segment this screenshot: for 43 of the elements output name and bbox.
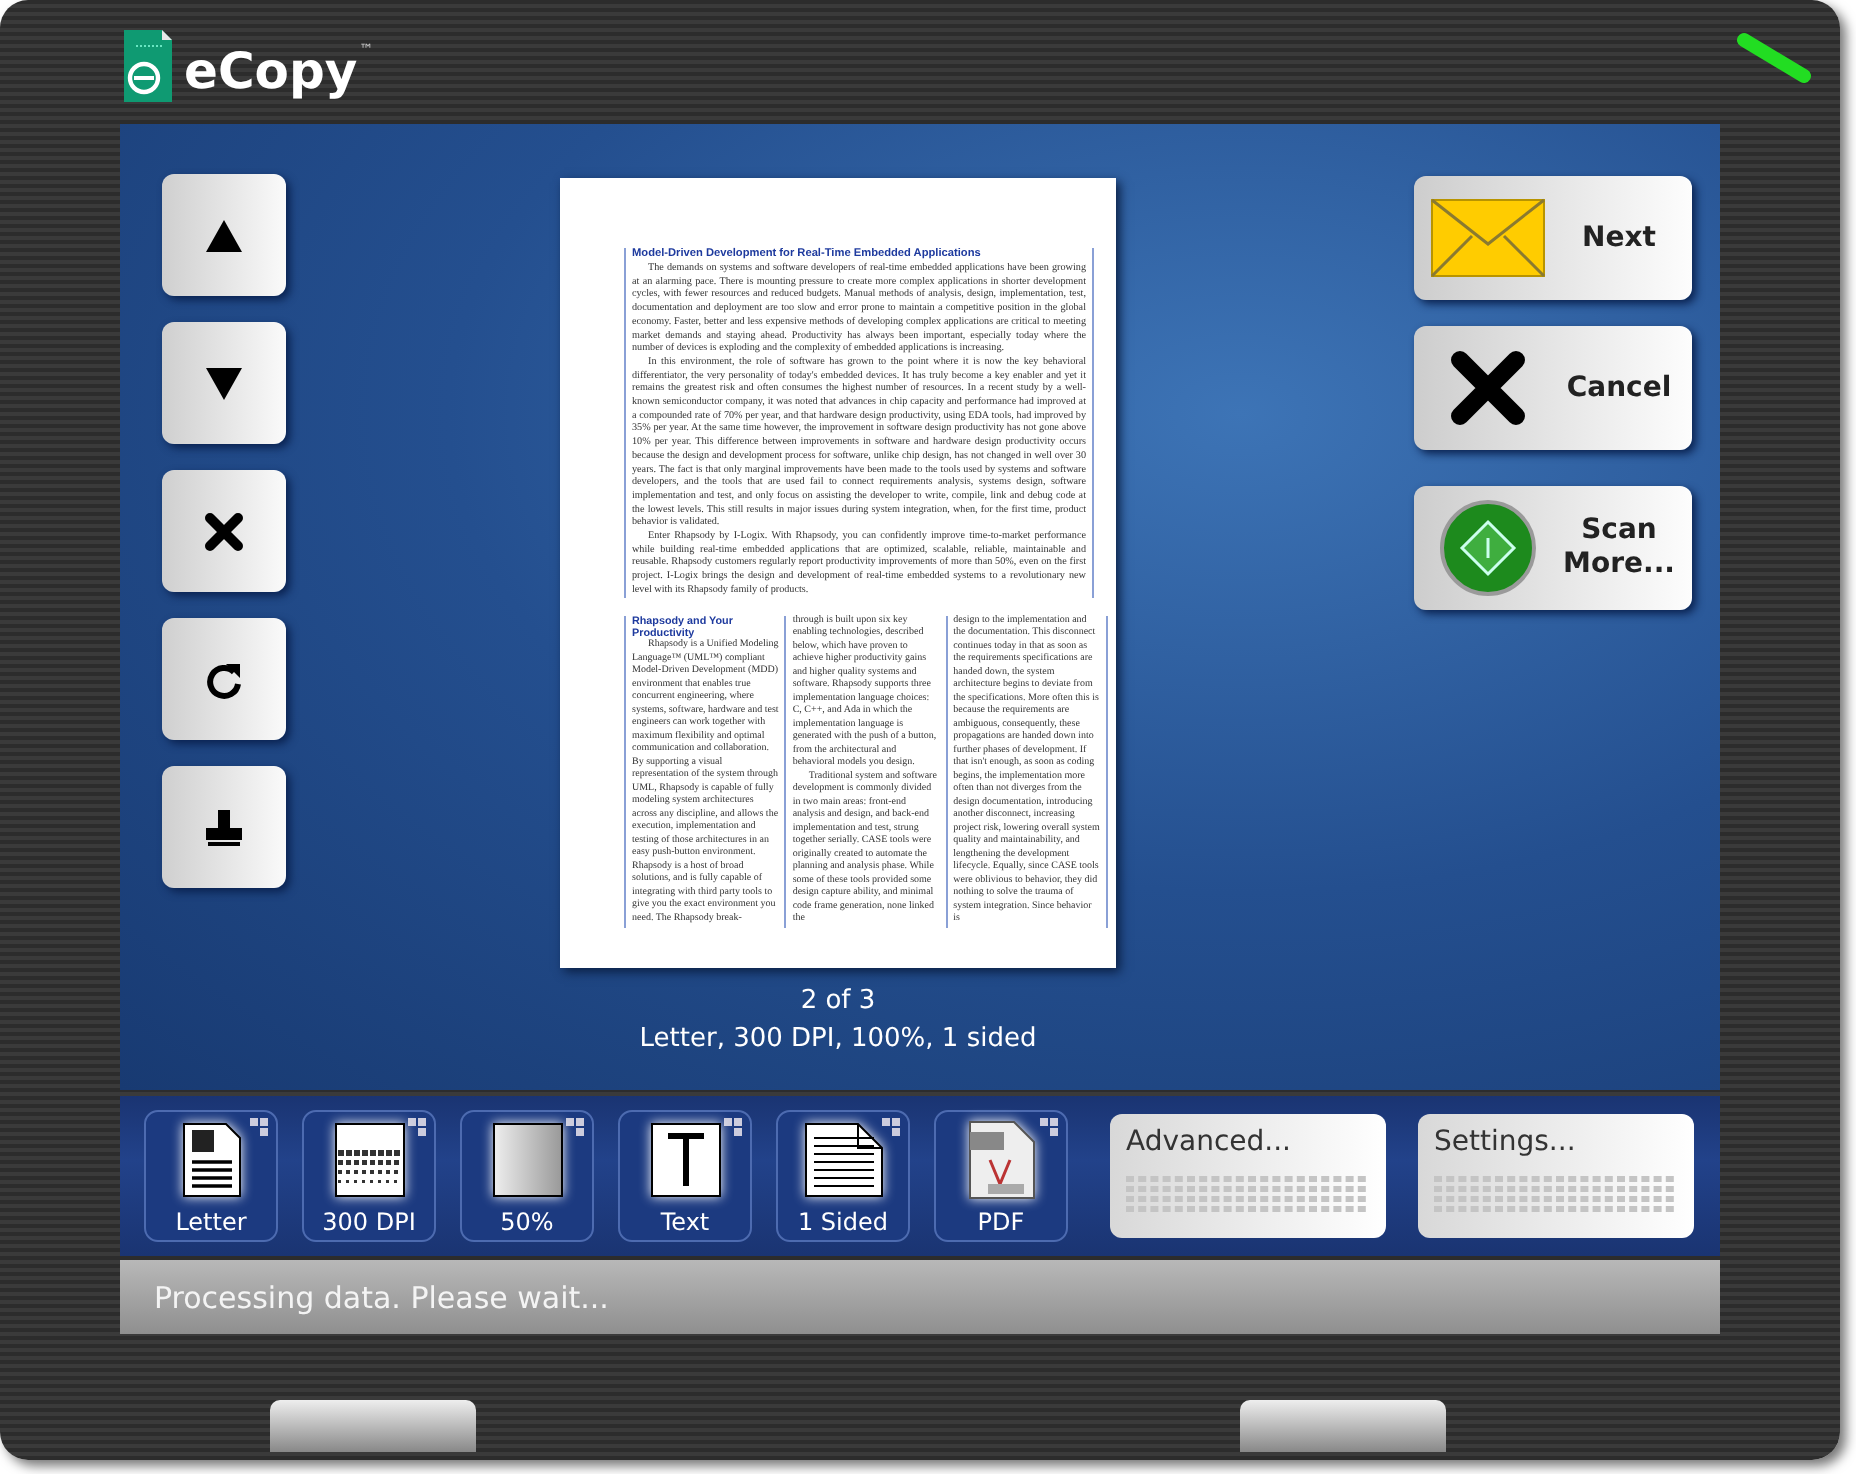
down-triangle-icon	[206, 367, 242, 399]
action-button[interactable]: Scan More...	[1414, 486, 1692, 610]
document-with-picture-icon	[181, 1122, 241, 1198]
setting-button[interactable]: Letter	[144, 1110, 278, 1242]
dot-grid-icon	[1126, 1176, 1370, 1212]
x-mark-icon	[204, 511, 244, 551]
setting-button[interactable]: 300 DPI	[302, 1110, 436, 1242]
stamp-icon	[204, 807, 244, 847]
lined-page-icon	[803, 1122, 883, 1198]
diamond-start-button-icon	[1438, 498, 1538, 598]
status-text: Processing data. Please wait...	[154, 1279, 609, 1315]
corner-dots-icon	[566, 1118, 584, 1136]
letter-t-page-icon	[649, 1122, 721, 1198]
corner-dots-icon	[1040, 1118, 1058, 1136]
gradient-square-icon	[491, 1122, 563, 1198]
panel-button[interactable]: Settings...	[1418, 1114, 1694, 1238]
stamp-button[interactable]	[162, 766, 286, 888]
pdf-document-icon	[967, 1120, 1035, 1200]
corner-dots-icon	[408, 1118, 426, 1136]
delete-button[interactable]	[162, 470, 286, 592]
setting-button[interactable]: PDF	[934, 1110, 1068, 1242]
page-summary: Letter, 300 DPI, 100%, 1 sided	[639, 1022, 1037, 1058]
corner-dots-icon	[250, 1118, 268, 1136]
dotted-page-icon	[333, 1122, 405, 1198]
rotate-arrow-icon	[204, 659, 244, 699]
action-button[interactable]: Cancel	[1414, 326, 1692, 450]
up-button[interactable]	[162, 174, 286, 296]
setting-button[interactable]: 1 Sided	[776, 1110, 910, 1242]
up-triangle-icon	[206, 219, 242, 251]
envelope-icon	[1430, 198, 1546, 278]
page-indicator: 2 of 3	[800, 984, 876, 1020]
rotate-button[interactable]	[162, 618, 286, 740]
logo-text: eCopy	[184, 42, 358, 102]
status-light-icon	[1736, 32, 1812, 84]
down-button[interactable]	[162, 322, 286, 444]
panel-button[interactable]: Advanced...	[1110, 1114, 1386, 1238]
dot-grid-icon	[1434, 1176, 1678, 1212]
action-button[interactable]: Next	[1414, 176, 1692, 300]
setting-button[interactable]: Text	[618, 1110, 752, 1242]
x-mark-icon	[1448, 348, 1528, 428]
setting-button[interactable]: 50%	[460, 1110, 594, 1242]
corner-dots-icon	[724, 1118, 742, 1136]
corner-dots-icon	[882, 1118, 900, 1136]
